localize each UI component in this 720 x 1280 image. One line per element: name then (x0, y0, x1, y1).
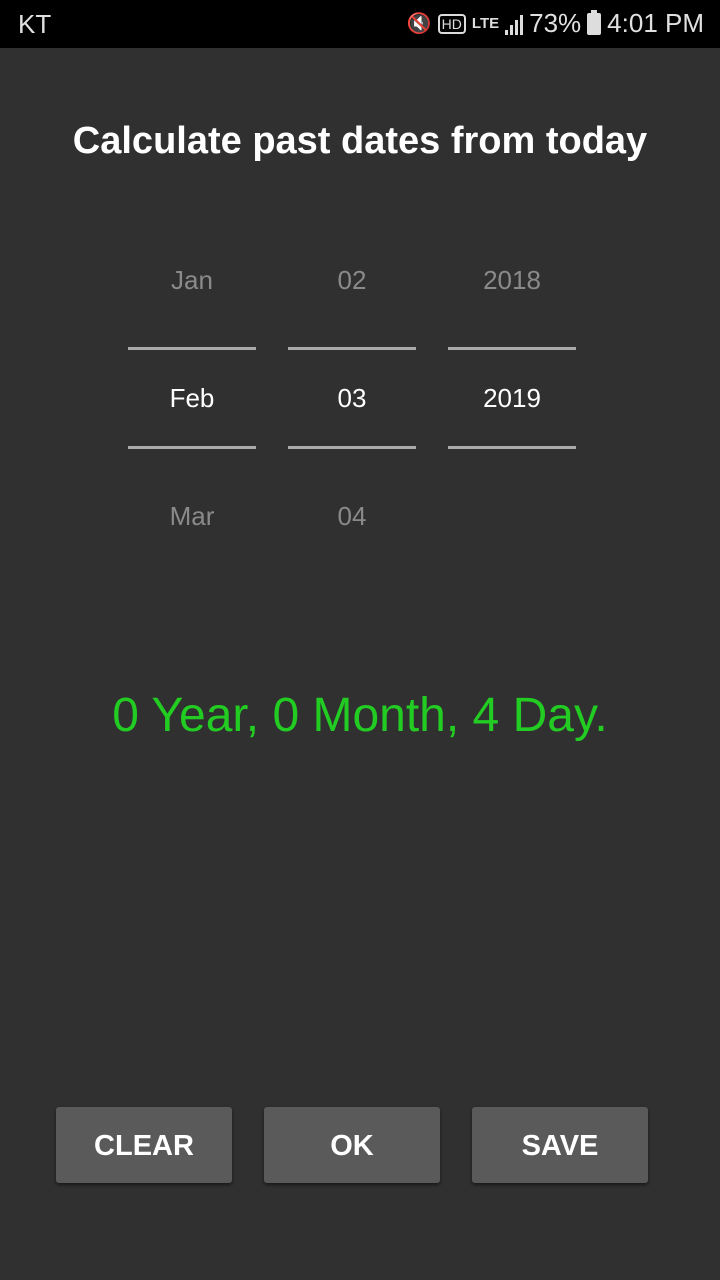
carrier-label: KT (18, 9, 52, 39)
day-next[interactable]: 04 (288, 486, 416, 546)
month-prev[interactable]: Jan (128, 250, 256, 310)
day-selected[interactable]: 03 (288, 350, 416, 446)
lte-icon: LTE (471, 14, 500, 32)
status-bar: KT 🔇 HD LTE 73% 4:01 PM (0, 0, 720, 48)
ok-button[interactable]: OK (264, 1107, 440, 1183)
day-prev[interactable]: 02 (288, 250, 416, 310)
mute-vibrate-icon: 🔇 (406, 13, 432, 35)
result-text: 0 Year, 0 Month, 4 Day. (112, 689, 608, 742)
month-picker[interactable]: Jan Feb Mar (128, 250, 256, 546)
month-next[interactable]: Mar (128, 486, 256, 546)
hd-voice-icon: HD (437, 13, 466, 34)
month-selected[interactable]: Feb (128, 350, 256, 446)
year-selected[interactable]: 2019 (448, 350, 576, 446)
save-button[interactable]: SAVE (472, 1107, 648, 1183)
clear-button[interactable]: CLEAR (56, 1107, 232, 1183)
day-picker[interactable]: 02 03 04 (288, 250, 416, 546)
battery-charging-icon (587, 9, 602, 35)
signal-icon (505, 13, 524, 35)
year-next[interactable] (448, 486, 576, 546)
battery-percent: 73% (529, 8, 582, 38)
year-prev[interactable]: 2018 (448, 250, 576, 310)
year-picker[interactable]: 2018 2019 (448, 250, 576, 546)
page-title: Calculate past dates from today (72, 120, 648, 162)
clock: 4:01 PM (607, 8, 704, 38)
